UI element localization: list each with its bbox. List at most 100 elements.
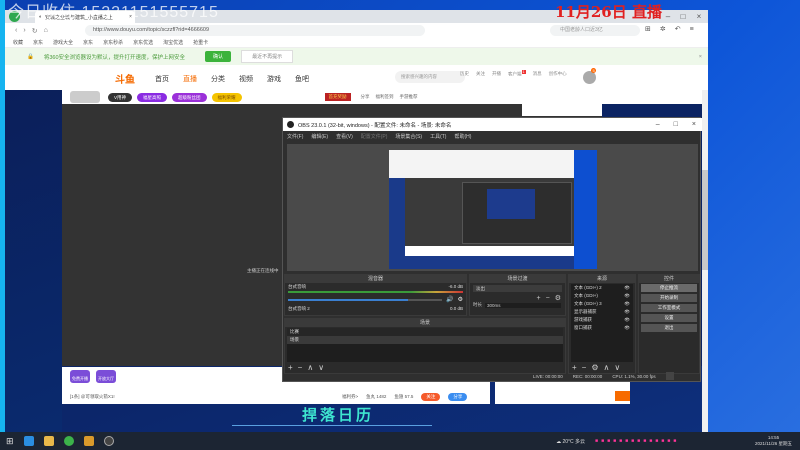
maximize-button[interactable]: □ [676,11,690,22]
badge-pill[interactable]: 福利荣耀 [211,92,242,102]
source-item[interactable]: 游戏捕获 👁 [571,316,633,324]
gift-item[interactable]: 开放大厅 [96,370,116,383]
nav-games[interactable]: 游戏 [267,74,281,84]
visibility-icon[interactable]: 👁 [624,292,630,300]
move-down-icon[interactable]: ∨ [614,363,620,372]
follow-button[interactable]: 关注 [421,393,441,401]
badge-pill[interactable]: V用神 [108,92,133,102]
forward-icon[interactable]: › [23,27,25,34]
nav-category[interactable]: 分类 [211,74,225,84]
menu-view[interactable]: 查看(V) [336,133,353,140]
add-icon[interactable]: + [288,363,293,372]
ie-icon[interactable] [23,436,34,446]
bookmark[interactable]: 京东 [33,39,43,46]
obs-taskbar-icon[interactable] [103,436,114,446]
move-up-icon[interactable]: ∧ [307,363,313,372]
start-icon[interactable]: ⊞ [6,436,14,447]
bookmark[interactable]: 淘宝优选 [163,39,183,46]
bookmark[interactable]: 游戏大全 [53,39,73,46]
menu-icon[interactable]: ≡ [690,26,694,33]
system-tray-icons[interactable]: ■■■■■■■■■■■■■■ [595,438,745,444]
badge-pill[interactable]: 福星高照 [137,92,168,102]
gear-icon[interactable]: ⚙ [591,363,598,372]
settings-icon[interactable]: ✲ [660,25,666,33]
source-item[interactable]: 文本 (GDI+) 👁 [571,292,633,300]
nav-home[interactable]: 首页 [155,74,169,84]
visibility-icon[interactable]: 👁 [624,324,630,332]
source-item[interactable]: 显示器捕获 👁 [571,308,633,316]
stop-streaming-button[interactable]: 停止推流 [641,284,697,292]
volume-slider[interactable] [288,298,443,301]
apps-icon[interactable]: ⊞ [645,25,651,33]
welfare-link[interactable]: 福利券> [342,394,358,400]
bookmark[interactable]: 京东优选 [133,39,153,46]
address-bar[interactable]: http://www.douyu.com/topic/sczzfl?rid=46… [85,25,425,36]
move-down-icon[interactable]: ∨ [318,363,324,372]
menu-tools[interactable]: 工具(T) [430,133,446,140]
app-icon[interactable] [83,436,94,446]
history-link[interactable]: 历史 [460,71,469,77]
remove-icon[interactable]: − [582,363,587,372]
visibility-icon[interactable]: 👁 [624,316,630,324]
weather-widget[interactable]: ☁ 20°C 多云 [556,438,585,445]
checkin-link[interactable]: 福利签到 [376,94,394,100]
chat-hint[interactable]: [1条] @可领取火箭X1! [70,394,115,400]
settings-button[interactable]: 设置 [641,314,697,322]
send-button[interactable] [615,391,630,401]
source-item[interactable]: 窗口捕获 👁 [571,324,633,332]
gift-item[interactable]: 免费开播 [70,370,90,383]
source-item[interactable]: 文本 (GDI+) 2 👁 [571,284,633,292]
add-icon[interactable]: + [572,363,577,372]
home-icon[interactable]: ⌂ [44,27,48,34]
transition-select[interactable]: 淡出 [473,285,562,292]
remove-icon[interactable]: − [546,295,550,302]
nav-video[interactable]: 视频 [239,74,253,84]
studio-mode-button[interactable]: 工作室模式 [641,304,697,312]
obs-maximize-button[interactable]: □ [674,121,678,128]
broadcast-link[interactable]: 开播 [492,71,501,77]
share-link[interactable]: 分享 [361,94,370,100]
menu-profile[interactable]: 配置文件(P) [361,133,388,140]
nav-fishbar[interactable]: 鱼吧 [295,74,309,84]
douyu-logo[interactable]: 斗鱼 [115,71,135,86]
mobile-games-link[interactable]: 手游推荐 [400,94,418,100]
notice-close-icon[interactable]: × [699,54,702,60]
obs-close-button[interactable]: × [692,121,696,128]
badge-pill[interactable]: 超级粉丝团 [172,92,207,102]
client-link[interactable]: 客户端1 [508,70,526,78]
360-browser-icon[interactable] [63,436,74,446]
nav-live[interactable]: 直播 [183,74,197,84]
scene-item[interactable]: 比赛 [287,328,563,336]
promo-banner[interactable]: 首充奖励 [324,93,351,101]
follow-link[interactable]: 关注 [476,71,485,77]
reload-icon[interactable]: ↻ [32,27,38,35]
bookmark[interactable]: 京东 [83,39,93,46]
scene-item[interactable]: 场景 [287,336,563,344]
anchor-avatar[interactable] [70,91,100,103]
bookmark[interactable]: 收藏 [13,39,23,46]
menu-file[interactable]: 文件(F) [287,133,303,140]
menu-scene-collection[interactable]: 场景集合(S) [395,133,422,140]
visibility-icon[interactable]: 👁 [624,308,630,316]
obs-preview[interactable] [287,144,698,271]
speaker-icon[interactable]: 🔊 [446,296,453,303]
undo-icon[interactable]: ↶ [675,25,681,33]
move-up-icon[interactable]: ∧ [604,363,610,372]
gear-icon[interactable]: ⚙ [458,296,463,303]
visibility-icon[interactable]: 👁 [624,300,630,308]
visibility-icon[interactable]: 👁 [624,284,630,292]
creator-link[interactable]: 创作中心 [549,71,567,77]
messages-link[interactable]: 消息 [533,71,542,77]
menu-edit[interactable]: 编辑(E) [311,133,328,140]
source-item[interactable]: 文本 (GDI+) 3 👁 [571,300,633,308]
douyu-search-input[interactable]: 搜索感兴趣的内容 [395,71,465,83]
clock[interactable]: 14:55 2021/11/26 星期五 [755,435,800,447]
menu-help[interactable]: 帮助(H) [454,133,471,140]
confirm-button[interactable]: 确认 [205,51,232,62]
duration-input[interactable]: 300ms [485,302,561,308]
start-recording-button[interactable]: 开始录制 [641,294,697,302]
browser-scrollbar[interactable] [702,90,708,432]
add-icon[interactable]: + [537,295,541,302]
exit-button[interactable]: 退出 [641,324,697,332]
obs-minimize-button[interactable]: – [656,121,660,128]
